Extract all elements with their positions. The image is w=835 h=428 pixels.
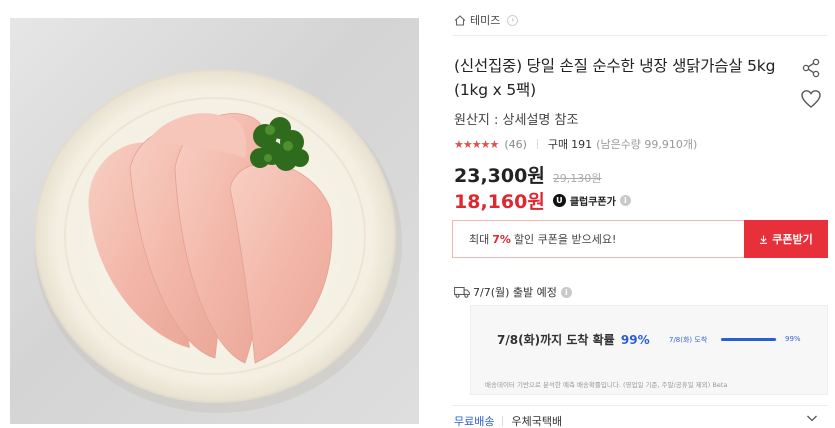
rating-row: ★★★★★ (46) 구매 191 (남은수량 99,910개)	[454, 136, 697, 152]
coupon-price-row: 18,160원 U 클럽쿠폰가 i	[454, 187, 631, 214]
coupon-percent: 7%	[492, 232, 511, 246]
arrival-bar-label: 7/8(화) 도착	[669, 336, 708, 344]
club-badge-icon: U	[552, 194, 566, 207]
buy-count: 191	[571, 137, 593, 151]
original-price: 29,130원	[552, 172, 602, 185]
arrival-probability: 7/8(화)까지 도착 확률 99%	[497, 331, 650, 348]
divider	[452, 35, 828, 36]
arrival-bar-percent: 99%	[785, 335, 801, 343]
arrival-probability-fill	[721, 338, 777, 341]
shipping-footer: 무료배송 우체국택배	[454, 413, 562, 428]
home-icon	[454, 14, 466, 26]
chevron-down-icon[interactable]	[806, 412, 818, 424]
arrival-percent: 99%	[620, 333, 650, 347]
rating-stars: ★★★★★	[454, 137, 499, 151]
origin-text: 원산지 : 상세설명 참조	[454, 113, 579, 128]
price-row: 23,300원 29,130원	[454, 161, 601, 188]
info-icon[interactable]: i	[560, 286, 572, 298]
delivery-note: 배송데이터 기반으로 분석한 예측 배송확률입니다. (영업일 기준, 주말/공…	[485, 381, 728, 389]
divider	[536, 139, 538, 149]
seller-link[interactable]: 테미즈 ›	[454, 12, 519, 28]
product-title: (신선집중) 당일 손질 순수한 냉장 생닭가슴살 5kg (1kg x 5팩)	[454, 57, 776, 99]
arrival-text: 7/8(화)까지 도착 확률	[497, 333, 615, 347]
info-icon[interactable]: i	[619, 195, 631, 206]
download-icon	[760, 235, 768, 244]
carrier-name: 우체국택배	[511, 415, 563, 428]
coupon-text-pre: 최대	[469, 233, 490, 246]
shipping-departure-row: 7/7(월) 출발 예정 i	[454, 284, 572, 300]
chevron-right-icon: ›	[507, 14, 519, 26]
coupon-button-label: 쿠폰받기	[772, 234, 813, 246]
coupon-price: 18,160원	[454, 191, 545, 213]
remaining-stock: (남은수량 99,910개)	[596, 138, 698, 151]
coupon-download-button[interactable]: 쿠폰받기	[744, 220, 828, 258]
delivery-estimate-box: 7/8(화)까지 도착 확률 99% 7/8(화) 도착 99% 배송데이터 기…	[470, 305, 828, 395]
buy-label: 구매	[547, 138, 569, 151]
truck-icon	[454, 287, 470, 298]
sale-price: 23,300원	[454, 165, 545, 187]
free-shipping-label: 무료배송	[454, 415, 495, 428]
share-icon[interactable]	[800, 57, 822, 79]
departure-text: 7/7(월) 출발 예정	[473, 286, 557, 299]
review-count[interactable]: (46)	[504, 138, 527, 151]
product-image	[10, 18, 419, 424]
heart-icon[interactable]	[800, 88, 822, 110]
seller-name: 테미즈	[470, 14, 501, 27]
coupon-text-post: 할인 쿠폰을 받으세요!	[513, 233, 617, 246]
product-info-panel: 테미즈 › (신선집중) 당일 손질 순수한 냉장 생닭가슴살 5kg (1kg…	[452, 0, 828, 428]
divider	[502, 416, 504, 426]
coupon-banner: 최대 7% 할인 쿠폰을 받으세요!	[452, 220, 744, 258]
divider	[452, 405, 828, 406]
chicken-breast-photo	[34, 69, 402, 413]
club-coupon-label: 클럽쿠폰가	[569, 197, 616, 208]
arrival-probability-bar	[721, 338, 777, 341]
